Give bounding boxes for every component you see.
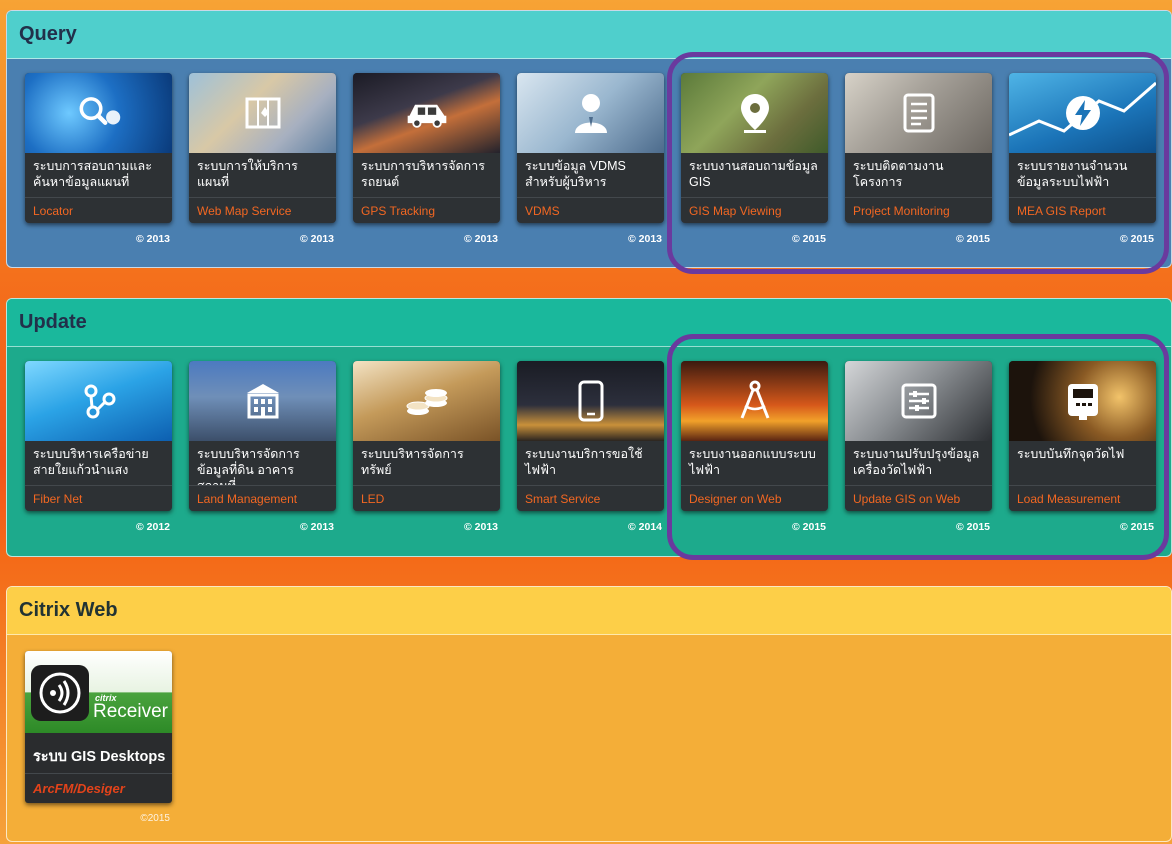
magnifier-icon xyxy=(76,90,122,136)
tile-title: ระบบการบริหารจัดการรถยนต์ xyxy=(361,159,485,189)
tile-locator[interactable]: ระบบการสอบถามและค้นหาข้อมูลแผนที่ Locato… xyxy=(25,73,172,245)
query-tiles: ระบบการสอบถามและค้นหาข้อมูลแผนที่ Locato… xyxy=(7,73,1171,263)
lightning-icon xyxy=(1060,90,1106,136)
tile-project-monitoring[interactable]: ระบบติดตามงานโครงการ Project Monitoring … xyxy=(845,73,992,245)
tile-smart-service[interactable]: ระบบงานบริการขอใช้ไฟฟ้า Smart Service © … xyxy=(517,361,664,533)
update-tiles: ระบบบริหารเครือข่ายสายใยแก้วนำแสง Fiber … xyxy=(7,361,1171,551)
tile-subtitle: MEA GIS Report xyxy=(1009,197,1156,223)
network-icon xyxy=(76,378,122,424)
tile-title: ระบบติดตามงานโครงการ xyxy=(853,159,944,189)
car-icon xyxy=(404,90,450,136)
tile-year: © 2015 xyxy=(1119,521,1154,533)
tile-subtitle: Fiber Net xyxy=(25,485,172,511)
tile-land-management[interactable]: ระบบบริหารจัดการข้อมูลที่ดิน อาคาร สถานท… xyxy=(189,361,336,533)
tile-year: © 2015 xyxy=(791,233,826,245)
citrix-receiver-label: Receiver xyxy=(93,701,168,722)
tile-subtitle: Locator xyxy=(25,197,172,223)
tile-subtitle: LED xyxy=(353,485,500,511)
tile-year: © 2013 xyxy=(463,521,498,533)
tile-year: © 2013 xyxy=(463,233,498,245)
tile-year: © 2015 xyxy=(791,521,826,533)
tile-subtitle: Web Map Service xyxy=(189,197,336,223)
tile-title: ระบบบริหารจัดการทรัพย์ xyxy=(361,447,464,477)
tile-title: ระบบบริหารเครือข่ายสายใยแก้วนำแสง xyxy=(33,447,149,477)
tile-year: © 2015 xyxy=(955,233,990,245)
tile-update-gis-on-web[interactable]: ระบบงานปรับปรุงข้อมูลเครื่องวัดไฟฟ้า Upd… xyxy=(845,361,992,533)
sliders-icon xyxy=(896,378,942,424)
tile-vdms[interactable]: ระบบข้อมูล VDMS สำหรับผู้บริหาร VDMS © 2… xyxy=(517,73,664,245)
query-panel-title: Query xyxy=(7,11,1171,59)
tile-fiber-net[interactable]: ระบบบริหารเครือข่ายสายใยแก้วนำแสง Fiber … xyxy=(25,361,172,533)
tile-citrix-gis-desktops[interactable]: citrix Receiver ระบบ GIS Desktops ArcFM/… xyxy=(25,651,172,824)
tile-subtitle: Land Management xyxy=(189,485,336,511)
tile-designer-on-web[interactable]: ระบบงานออกแบบระบบไฟฟ้า Designer on Web ©… xyxy=(681,361,828,533)
tile-title: ระบบการสอบถามและค้นหาข้อมูลแผนที่ xyxy=(33,159,152,189)
tile-title: ระบบบันทึกจุดวัดไฟ xyxy=(1017,447,1125,461)
tile-year: © 2012 xyxy=(135,521,170,533)
tile-subtitle: VDMS xyxy=(517,197,664,223)
citrix-panel: Citrix Web citrix Receiver ระบบ GIS Desk… xyxy=(6,586,1172,842)
tile-year: ©2015 xyxy=(140,813,170,824)
tile-led[interactable]: ระบบบริหารจัดการทรัพย์ LED © 2013 xyxy=(353,361,500,533)
tile-year: © 2014 xyxy=(627,521,662,533)
meter-icon xyxy=(1060,378,1106,424)
tile-title: ระบบบริหารจัดการข้อมูลที่ดิน อาคาร สถานท… xyxy=(197,447,300,485)
smartphone-icon xyxy=(568,378,614,424)
tile-title: ระบบงานออกแบบระบบไฟฟ้า xyxy=(689,447,816,477)
tile-title: ระบบงานบริการขอใช้ไฟฟ้า xyxy=(525,447,643,477)
tile-gps-tracking[interactable]: ระบบการบริหารจัดการรถยนต์ GPS Tracking ©… xyxy=(353,73,500,245)
tile-title: ระบบรายงานจำนวนข้อมูลระบบไฟฟ้า xyxy=(1017,159,1128,189)
map-icon xyxy=(240,90,286,136)
tile-subtitle: Load Measurement xyxy=(1009,485,1156,511)
tile-year: © 2015 xyxy=(955,521,990,533)
user-icon xyxy=(568,90,614,136)
building-icon xyxy=(240,378,286,424)
tile-year: © 2015 xyxy=(1119,233,1154,245)
tile-subtitle: GPS Tracking xyxy=(353,197,500,223)
tile-subtitle: ArcFM/Desiger xyxy=(25,773,172,803)
tile-year: © 2013 xyxy=(299,233,334,245)
tile-year: © 2013 xyxy=(299,521,334,533)
citrix-panel-title: Citrix Web xyxy=(7,587,1171,635)
citrix-receiver-icon xyxy=(31,665,89,721)
tile-subtitle: GIS Map Viewing xyxy=(681,197,828,223)
document-icon xyxy=(896,90,942,136)
update-panel-title: Update xyxy=(7,299,1171,347)
update-panel: Update ระบบบริหารเครือข่ายสายใยแก้วนำแสง… xyxy=(6,298,1172,557)
tile-title: ระบบข้อมูล VDMS สำหรับผู้บริหาร xyxy=(525,159,626,189)
tile-title: ระบบงานปรับปรุงข้อมูลเครื่องวัดไฟฟ้า xyxy=(853,447,980,477)
tile-subtitle: Designer on Web xyxy=(681,485,828,511)
tile-web-map-service[interactable]: ระบบการให้บริการแผนที่ Web Map Service ©… xyxy=(189,73,336,245)
tile-mea-gis-report[interactable]: ระบบรายงานจำนวนข้อมูลระบบไฟฟ้า MEA GIS R… xyxy=(1009,73,1156,245)
coins-icon xyxy=(404,378,450,424)
query-panel: Query ระบบการสอบถามและค้นหาข้อมูลแผนที่ … xyxy=(6,10,1172,268)
tile-title: ระบบงานสอบถามข้อมูล GIS xyxy=(689,159,818,189)
map-pin-icon xyxy=(732,90,778,136)
compass-icon xyxy=(732,378,778,424)
tile-title: ระบบ GIS Desktops xyxy=(33,749,166,765)
tile-subtitle: Smart Service xyxy=(517,485,664,511)
tile-year: © 2013 xyxy=(135,233,170,245)
tile-subtitle: Project Monitoring xyxy=(845,197,992,223)
tile-load-measurement[interactable]: ระบบบันทึกจุดวัดไฟ Load Measurement © 20… xyxy=(1009,361,1156,533)
tile-year: © 2013 xyxy=(627,233,662,245)
tile-subtitle: Update GIS on Web xyxy=(845,485,992,511)
tile-title: ระบบการให้บริการแผนที่ xyxy=(197,159,298,189)
tile-gis-map-viewing[interactable]: ระบบงานสอบถามข้อมูล GIS GIS Map Viewing … xyxy=(681,73,828,245)
